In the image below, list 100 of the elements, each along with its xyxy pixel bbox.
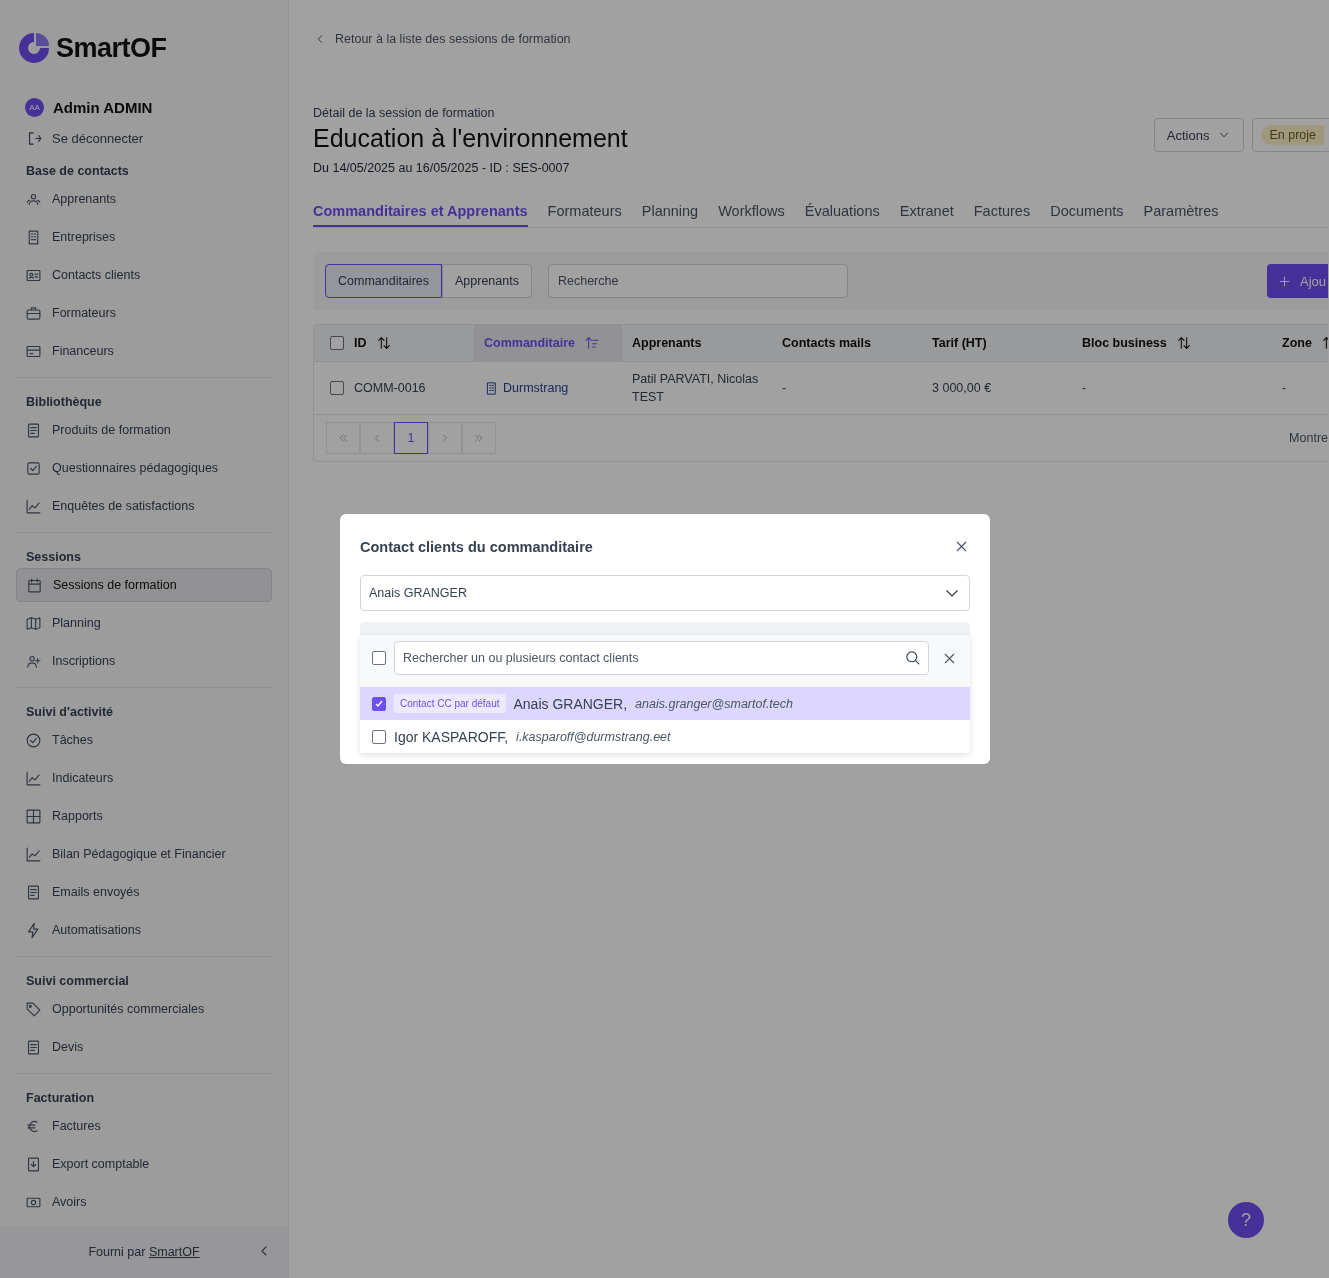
sort-icon	[375, 335, 392, 351]
section-title: Facturation	[26, 1091, 96, 1105]
grid-icon	[25, 807, 42, 825]
contact-email: i.kasparoff@durmstrang.eet	[516, 729, 671, 744]
document-icon	[25, 1155, 42, 1173]
building-icon	[484, 380, 499, 396]
actions-button[interactable]: Actions	[1153, 118, 1245, 152]
column-header: Contacts mails	[782, 336, 871, 350]
logout-icon	[26, 130, 43, 147]
contact-name: Anais GRANGER,	[513, 695, 628, 712]
section-title: Suivi d'activité	[26, 705, 115, 719]
contact-option[interactable]: Igor KASPAROFF, i.kasparoff@durmstrang.eet	[360, 720, 970, 753]
tab[interactable]: Workflows	[718, 203, 785, 227]
sidebar-item[interactable]: Planning	[16, 606, 272, 640]
help-button[interactable]: ?	[1228, 1202, 1264, 1238]
table-cell-text: -	[1082, 380, 1087, 397]
table-cell-text: 3 000,00 €	[932, 380, 992, 397]
tab[interactable]: Planning	[641, 203, 699, 227]
chevron-icon	[473, 432, 485, 444]
sidebar-item[interactable]: Devis	[16, 1030, 272, 1064]
tab[interactable]: Documents	[1050, 203, 1124, 227]
tag-icon	[25, 1000, 42, 1018]
option-checkbox[interactable]	[372, 729, 386, 744]
contact-email: anais.granger@smartof.tech	[635, 696, 793, 711]
page-title: Education à l'environnement	[313, 124, 628, 153]
add-button[interactable]: Ajou	[1266, 264, 1328, 298]
sidebar-item[interactable]: Formateurs	[16, 296, 272, 330]
page-button[interactable]: 1	[394, 422, 428, 454]
select-all-checkbox[interactable]	[330, 336, 344, 350]
user-name: Admin ADMIN	[53, 99, 153, 116]
sidebar-item[interactable]: Apprenants	[16, 182, 272, 216]
contact-select[interactable]: Anais GRANGER	[360, 575, 970, 611]
contact-name: Igor KASPAROFF,	[394, 728, 509, 745]
user-avatar: AA	[25, 98, 44, 117]
sidebar-item[interactable]: Bilan Pédagogique et Financier	[16, 837, 272, 871]
tab[interactable]: Commanditaires et Apprenants	[313, 203, 528, 227]
table-cell-text: COMM-0016	[354, 380, 426, 397]
chart-icon	[25, 769, 42, 787]
sidebar-item[interactable]: Avoirs	[16, 1185, 272, 1219]
sidebar-item[interactable]: Tâches	[16, 723, 272, 757]
column-header[interactable]: ID	[354, 336, 367, 350]
sidebar-item[interactable]: Sessions de formation	[16, 568, 272, 602]
column-header[interactable]: Zone	[1282, 336, 1312, 350]
sidebar-item[interactable]: Contacts clients	[16, 258, 272, 292]
document-icon	[25, 421, 42, 439]
section-title: Sessions	[26, 550, 82, 564]
search-field[interactable]: Rechercher un ou plusieurs contact clients	[394, 641, 929, 675]
sort-icon	[1175, 335, 1192, 351]
document-icon	[25, 1038, 42, 1056]
sidebar-item[interactable]: Produits de formation	[16, 413, 272, 447]
sidebar-item[interactable]: Automatisations	[16, 913, 272, 947]
sidebar-item[interactable]: Factures	[16, 1109, 272, 1143]
tab[interactable]: Extranet	[899, 203, 954, 227]
table-cell-text: Patil PARVATI, Nicolas TEST	[632, 371, 760, 406]
check-circle-icon	[25, 731, 42, 749]
back-link[interactable]: Retour à la liste des sessions de formation	[313, 32, 571, 46]
sidebar-item[interactable]: Opportunités commerciales	[16, 992, 272, 1026]
map-icon	[25, 614, 42, 632]
footer-text: Fourni par	[88, 1245, 147, 1259]
footer-link[interactable]: SmartOF	[148, 1245, 200, 1259]
page-subtitle: Détail de la session de formation	[313, 106, 496, 120]
modal-title: Contact clients du commanditaire	[360, 538, 593, 555]
column-header: Apprenants	[632, 336, 702, 350]
company-link[interactable]: Durmstrang	[484, 379, 569, 397]
row-checkbox[interactable]	[330, 381, 344, 395]
logo-icon	[16, 30, 52, 66]
search-field[interactable]: Recherche	[547, 264, 848, 298]
search-icon	[904, 649, 921, 666]
tab[interactable]: Évaluations	[804, 203, 880, 227]
contact-option[interactable]: Contact CC par défaut Anais GRANGER, anais.granger@smartof.tech	[360, 687, 970, 720]
status-select[interactable]: En proje	[1252, 118, 1329, 152]
plus-icon	[1276, 273, 1292, 289]
section-title: Suivi commercial	[26, 974, 130, 988]
pagination-summary: Montre	[1289, 431, 1328, 445]
logout-link[interactable]: Se déconnecter	[26, 130, 144, 147]
tab[interactable]: Factures	[973, 203, 1031, 227]
toggle-button[interactable]: Commanditaires	[325, 264, 442, 298]
sidebar-item[interactable]: Questionnaires pédagogiques	[16, 451, 272, 485]
sidebar-item[interactable]: Enquêtes de satisfactions	[16, 489, 272, 523]
tab[interactable]: Paramètres	[1143, 203, 1219, 227]
toggle-button[interactable]: Apprenants	[442, 264, 532, 298]
sidebar-item[interactable]: Inscriptions	[16, 644, 272, 678]
calendar-icon	[26, 576, 43, 594]
option-checkbox[interactable]	[372, 696, 386, 711]
section-title: Bibliothèque	[26, 395, 103, 409]
sidebar-item[interactable]: Entreprises	[16, 220, 272, 254]
logo-text: SmartOF	[56, 32, 167, 64]
column-header: Tarif (HT)	[932, 336, 987, 350]
section-title: Base de contacts	[26, 164, 130, 178]
tab[interactable]: Formateurs	[547, 203, 622, 227]
session-dates: Du 14/05/2025 au 16/05/2025 - ID : SES-0007	[313, 161, 571, 175]
sidebar-item[interactable]: Export comptable	[16, 1147, 272, 1181]
sidebar-item[interactable]: Financeurs	[16, 334, 272, 368]
sidebar-item[interactable]: Emails envoyés	[16, 875, 272, 909]
sidebar-item[interactable]: Rapports	[16, 799, 272, 833]
column-header[interactable]: Bloc business	[1082, 336, 1167, 350]
select-all-checkbox[interactable]	[372, 651, 386, 665]
document-icon	[25, 883, 42, 901]
table-cell-text: -	[1282, 380, 1287, 397]
sidebar-item[interactable]: Indicateurs	[16, 761, 272, 795]
